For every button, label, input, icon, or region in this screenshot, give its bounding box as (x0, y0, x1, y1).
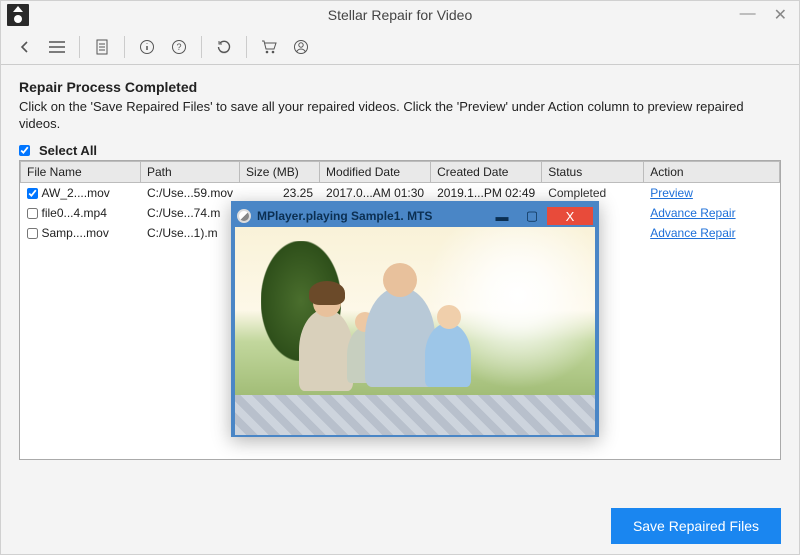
select-all-checkbox[interactable]: Select All (19, 143, 781, 158)
close-button[interactable]: ✕ (774, 5, 787, 25)
player-minimize-button[interactable]: ▬ (487, 207, 517, 225)
col-status[interactable]: Status (542, 161, 644, 182)
cell-path: C:/Use...59.mov (141, 182, 240, 203)
help-icon[interactable]: ? (167, 35, 191, 59)
cell-filename: Samp....mov (42, 226, 109, 240)
window-controls: — ✕ (740, 5, 787, 25)
advance-repair-link[interactable]: Advance Repair (650, 226, 735, 240)
cell-filename: file0...4.mp4 (42, 206, 107, 220)
cell-modified: 2017.0...AM 01:30 (320, 182, 431, 203)
cell-path: C:/Use...74.m (141, 203, 240, 223)
player-title: MPlayer.playing Sample1. MTS (257, 209, 432, 223)
cell-created: 2019.1...PM 02:49 (431, 182, 542, 203)
toolbar: ? (1, 29, 799, 65)
table-header-row: File Name Path Size (MB) Modified Date C… (21, 161, 780, 182)
cell-path: C:/Use...1).m (141, 223, 240, 243)
separator (246, 36, 247, 58)
col-created[interactable]: Created Date (431, 161, 542, 182)
col-size[interactable]: Size (MB) (240, 161, 320, 182)
select-all-input[interactable] (19, 145, 30, 156)
back-icon[interactable] (13, 35, 37, 59)
row-checkbox[interactable] (27, 208, 38, 219)
separator (79, 36, 80, 58)
col-path[interactable]: Path (141, 161, 240, 182)
svg-text:?: ? (176, 42, 181, 52)
table-row[interactable]: AW_2....mov C:/Use...59.mov 23.25 2017.0… (21, 182, 780, 203)
player-window-controls: ▬ ▢ X (487, 207, 593, 225)
app-logo (7, 4, 29, 26)
minimize-button[interactable]: — (740, 5, 756, 25)
cell-size: 23.25 (240, 182, 320, 203)
row-checkbox[interactable] (27, 228, 38, 239)
preview-player-window[interactable]: MPlayer.playing Sample1. MTS ▬ ▢ X (231, 201, 599, 437)
separator (124, 36, 125, 58)
preview-link[interactable]: Preview (650, 186, 693, 200)
page-description: Click on the 'Save Repaired Files' to sa… (19, 99, 781, 133)
col-modified[interactable]: Modified Date (320, 161, 431, 182)
separator (201, 36, 202, 58)
page-heading: Repair Process Completed (19, 79, 781, 95)
titlebar: Stellar Repair for Video — ✕ (1, 1, 799, 29)
menu-icon[interactable] (45, 35, 69, 59)
refresh-icon[interactable] (212, 35, 236, 59)
select-all-label: Select All (39, 143, 97, 158)
save-repaired-files-button[interactable]: Save Repaired Files (611, 508, 781, 544)
user-icon[interactable] (289, 35, 313, 59)
advance-repair-link[interactable]: Advance Repair (650, 206, 735, 220)
document-icon[interactable] (90, 35, 114, 59)
footer: Save Repaired Files (611, 508, 781, 544)
player-video-area[interactable] (235, 227, 595, 435)
row-checkbox[interactable] (27, 188, 38, 199)
col-action[interactable]: Action (644, 161, 780, 182)
player-titlebar[interactable]: MPlayer.playing Sample1. MTS ▬ ▢ X (235, 205, 595, 227)
cell-filename: AW_2....mov (42, 186, 110, 200)
player-maximize-button[interactable]: ▢ (517, 207, 547, 225)
col-filename[interactable]: File Name (21, 161, 141, 182)
cell-status: Completed (542, 182, 644, 203)
player-app-icon (237, 209, 251, 223)
info-icon[interactable] (135, 35, 159, 59)
cart-icon[interactable] (257, 35, 281, 59)
window-title: Stellar Repair for Video (328, 7, 472, 23)
player-close-button[interactable]: X (547, 207, 593, 225)
